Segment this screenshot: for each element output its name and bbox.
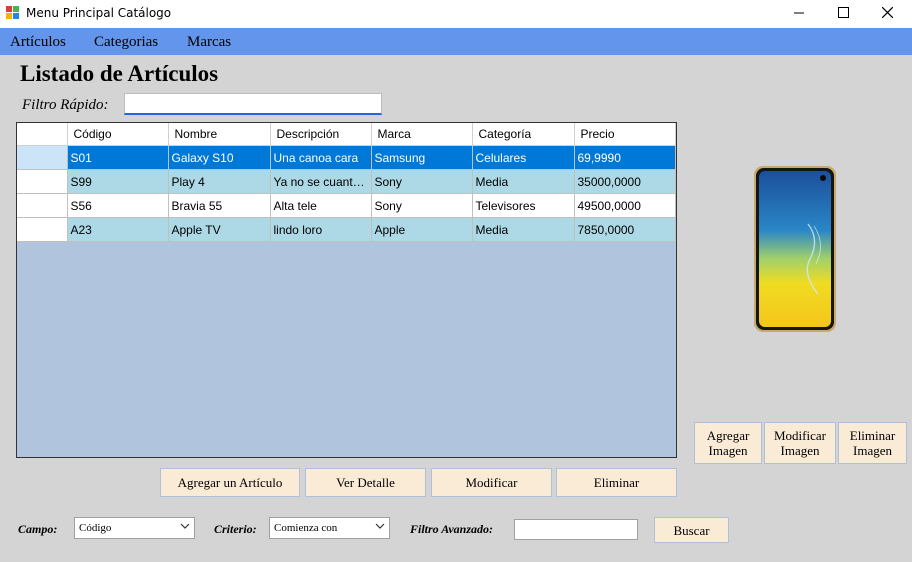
minimize-icon — [794, 5, 804, 23]
close-icon — [881, 5, 893, 23]
row-header[interactable] — [17, 193, 68, 218]
cell-descripcion[interactable]: Ya no se cuantas... — [270, 169, 372, 194]
title-bar: Menu Principal Catálogo — [0, 0, 912, 28]
maximize-button[interactable] — [820, 0, 866, 28]
cell-categoria[interactable]: Media — [472, 217, 575, 242]
field-label: Campo: — [18, 522, 58, 536]
cell-codigo[interactable]: S01 — [67, 145, 169, 170]
row-header[interactable] — [17, 169, 68, 194]
criteria-combobox[interactable]: Comienza con — [269, 517, 390, 539]
view-detail-button[interactable]: Ver Detalle — [305, 468, 426, 497]
modify-image-label: Modificar — [774, 428, 826, 443]
column-header-codigo[interactable]: Código — [67, 123, 169, 146]
app-icon — [6, 6, 20, 20]
field-combobox-value: Código — [79, 522, 112, 534]
cell-categoria[interactable]: Celulares — [472, 145, 575, 170]
menu-item-categorias[interactable]: Categorias — [94, 34, 158, 51]
column-header-marca[interactable]: Marca — [371, 123, 473, 146]
cell-precio[interactable]: 49500,0000 — [574, 193, 676, 218]
cell-marca[interactable]: Sony — [371, 193, 473, 218]
articles-grid[interactable]: Código Nombre Descripción Marca Categorí… — [16, 122, 677, 458]
window-title: Menu Principal Catálogo — [26, 6, 172, 20]
delete-image-label-2: Imagen — [853, 443, 892, 458]
cell-marca[interactable]: Apple — [371, 217, 473, 242]
criteria-label: Criterio: — [214, 522, 257, 536]
row-header[interactable] — [17, 217, 68, 242]
close-button[interactable] — [864, 0, 910, 28]
quick-filter-label: Filtro Rápido: — [22, 97, 109, 113]
cell-descripcion[interactable]: Alta tele — [270, 193, 372, 218]
table-row[interactable]: S01 Galaxy S10 Una canoa cara Samsung Ce… — [17, 145, 676, 170]
product-image — [748, 164, 842, 336]
cell-nombre[interactable]: Apple TV — [168, 217, 271, 242]
chevron-down-icon — [180, 521, 190, 534]
cell-codigo[interactable]: S99 — [67, 169, 169, 194]
cell-marca[interactable]: Sony — [371, 169, 473, 194]
delete-image-label: Eliminar — [849, 428, 896, 443]
articles-table: Código Nombre Descripción Marca Categorí… — [17, 123, 676, 242]
add-article-button[interactable]: Agregar un Artículo — [160, 468, 300, 497]
cell-categoria[interactable]: Televisores — [472, 193, 575, 218]
cell-categoria[interactable]: Media — [472, 169, 575, 194]
modify-image-label-2: Imagen — [780, 443, 820, 458]
cell-codigo[interactable]: A23 — [67, 217, 169, 242]
menu-bar: Artículos Categorias Marcas — [0, 28, 912, 55]
quick-filter-input[interactable] — [124, 93, 382, 115]
cell-precio[interactable]: 7850,0000 — [574, 217, 676, 242]
cell-nombre[interactable]: Play 4 — [168, 169, 271, 194]
table-header-row: Código Nombre Descripción Marca Categorí… — [17, 123, 676, 146]
delete-button[interactable]: Eliminar — [556, 468, 677, 497]
menu-item-articulos[interactable]: Artículos — [10, 34, 66, 51]
row-header-corner — [17, 123, 68, 146]
criteria-combobox-value: Comienza con — [274, 522, 338, 534]
cell-precio[interactable]: 69,9990 — [574, 145, 676, 170]
minimize-button[interactable] — [776, 0, 822, 28]
search-button[interactable]: Buscar — [654, 517, 729, 543]
main-window: Menu Principal Catálogo Artículos Catego… — [0, 0, 912, 562]
chevron-down-icon — [375, 521, 385, 534]
column-header-precio[interactable]: Precio — [574, 123, 676, 146]
menu-item-marcas[interactable]: Marcas — [187, 34, 231, 51]
cell-nombre[interactable]: Galaxy S10 — [168, 145, 271, 170]
maximize-icon — [837, 5, 849, 23]
row-header[interactable] — [17, 145, 68, 170]
cell-marca[interactable]: Samsung — [371, 145, 473, 170]
cell-descripcion[interactable]: Una canoa cara — [270, 145, 372, 170]
column-header-descripcion[interactable]: Descripción — [270, 123, 372, 146]
table-row[interactable]: S99 Play 4 Ya no se cuantas... Sony Medi… — [17, 169, 676, 194]
column-header-categoria[interactable]: Categoría — [472, 123, 575, 146]
page-title: Listado de Artículos — [20, 61, 219, 86]
advanced-filter-label: Filtro Avanzado: — [410, 522, 494, 536]
column-header-nombre[interactable]: Nombre — [168, 123, 271, 146]
delete-image-button[interactable]: Eliminar Imagen — [838, 422, 907, 464]
table-row[interactable]: S56 Bravia 55 Alta tele Sony Televisores… — [17, 193, 676, 218]
table-row[interactable]: A23 Apple TV lindo loro Apple Media 7850… — [17, 217, 676, 242]
add-image-label: Agregar — [706, 428, 750, 443]
add-image-label-2: Imagen — [708, 443, 748, 458]
advanced-filter-input[interactable] — [514, 519, 638, 540]
modify-button[interactable]: Modificar — [431, 468, 552, 497]
cell-descripcion[interactable]: lindo loro — [270, 217, 372, 242]
field-combobox[interactable]: Código — [74, 517, 195, 539]
cell-precio[interactable]: 35000,0000 — [574, 169, 676, 194]
cell-nombre[interactable]: Bravia 55 — [168, 193, 271, 218]
modify-image-button[interactable]: Modificar Imagen — [764, 422, 836, 464]
add-image-button[interactable]: Agregar Imagen — [694, 422, 762, 464]
cell-codigo[interactable]: S56 — [67, 193, 169, 218]
